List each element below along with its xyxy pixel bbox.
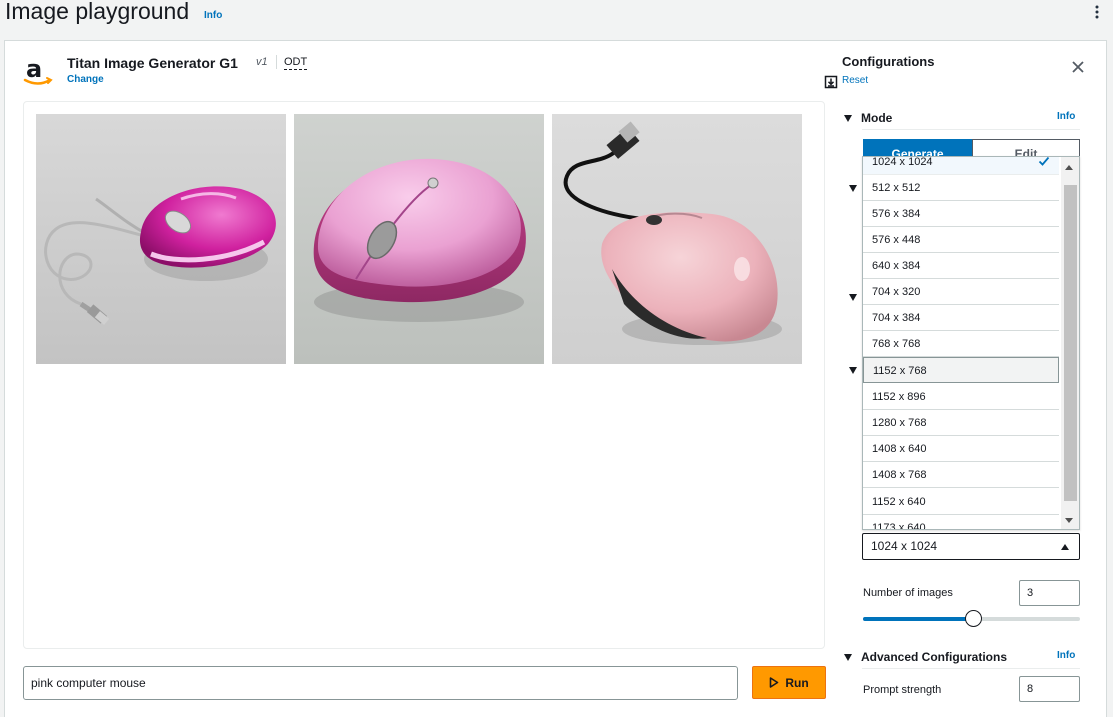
amazon-logo: a <box>21 55 55 89</box>
generated-image-2[interactable] <box>294 114 544 364</box>
dropdown-option[interactable]: 576 x 448 <box>863 227 1059 253</box>
dropdown-option[interactable]: 1024 x 1024 <box>863 157 1059 175</box>
advanced-configurations-label: Advanced Configurations <box>861 650 1008 664</box>
caret-down-icon[interactable] <box>849 185 857 192</box>
dropdown-option[interactable]: 1152 x 896 <box>863 384 1059 410</box>
run-button-label: Run <box>785 675 809 690</box>
slider-fill <box>863 617 972 621</box>
caret-down-icon <box>844 115 852 122</box>
mode-label: Mode <box>861 111 893 125</box>
page-header: Image playground Info <box>0 0 1113 32</box>
scroll-up-arrow-icon[interactable] <box>1065 165 1073 170</box>
play-icon <box>770 677 779 688</box>
generated-image-1[interactable] <box>36 114 286 364</box>
model-tag[interactable]: ODT <box>284 56 308 70</box>
dropdown-option[interactable]: 704 x 384 <box>863 305 1059 331</box>
dropdown-option[interactable]: 1408 x 768 <box>863 462 1059 488</box>
prompt-strength-input[interactable] <box>1019 676 1080 702</box>
configurations-panel: Configurations Reset Mode Info Generate … <box>831 41 1108 717</box>
number-of-images-label: Number of images <box>863 587 953 599</box>
prompt-input[interactable] <box>23 666 738 700</box>
check-icon <box>1038 157 1050 166</box>
model-name: Titan Image Generator G1 <box>67 55 238 71</box>
mode-info-link[interactable]: Info <box>1057 111 1075 122</box>
dropdown-scroll-thumb[interactable] <box>1064 185 1077 501</box>
run-button[interactable]: Run <box>752 666 826 699</box>
image-size-selected-value: 1024 x 1024 <box>871 539 938 553</box>
change-model-link[interactable]: Change <box>67 74 104 85</box>
dropdown-option[interactable]: 640 x 384 <box>863 253 1059 279</box>
dropdown-option-hovered[interactable]: 1152 x 768 <box>863 357 1059 383</box>
number-of-images-slider[interactable] <box>863 610 1080 627</box>
advanced-divider <box>862 668 1080 669</box>
caret-down-icon <box>844 654 852 661</box>
dropdown-option[interactable]: 512 x 512 <box>863 175 1059 201</box>
scroll-down-arrow-icon[interactable] <box>1065 518 1073 523</box>
dropdown-option[interactable]: 1408 x 640 <box>863 436 1059 462</box>
number-of-images-input[interactable] <box>1019 580 1080 606</box>
page-info-link[interactable]: Info <box>204 10 222 21</box>
generated-image-3[interactable] <box>552 114 802 364</box>
image-size-select[interactable]: 1024 x 1024 <box>862 533 1080 560</box>
configurations-title: Configurations <box>842 54 935 69</box>
model-header: a Titan Image Generator G1 v1 ODT Change <box>21 53 838 89</box>
slider-thumb[interactable] <box>965 610 982 627</box>
mode-divider <box>862 129 1080 130</box>
caret-down-icon[interactable] <box>849 367 857 374</box>
dropdown-option[interactable]: 704 x 320 <box>863 279 1059 305</box>
dropdown-option[interactable]: 1152 x 640 <box>863 489 1059 515</box>
reset-link[interactable]: Reset <box>842 75 868 86</box>
image-size-dropdown-list[interactable]: 1024 x 1024 512 x 512 576 x 384 576 x 44… <box>862 156 1080 530</box>
playground-container: a Titan Image Generator G1 v1 ODT Change <box>4 40 1107 717</box>
dropdown-option[interactable]: 1280 x 768 <box>863 410 1059 436</box>
vertical-dots-icon[interactable] <box>1095 5 1099 19</box>
dropdown-option[interactable]: 576 x 384 <box>863 201 1059 227</box>
prompt-strength-label: Prompt strength <box>863 684 942 696</box>
model-version: v1 <box>256 56 268 68</box>
close-icon[interactable] <box>1072 60 1084 73</box>
dropdown-option[interactable]: 1173 x 640 <box>863 515 1059 529</box>
caret-up-icon <box>1061 544 1069 550</box>
image-canvas <box>23 101 825 649</box>
model-separator <box>276 55 277 69</box>
page-title: Image playground <box>5 0 190 24</box>
caret-down-icon[interactable] <box>849 294 857 301</box>
dropdown-option[interactable]: 768 x 768 <box>863 331 1059 357</box>
svg-text:a: a <box>26 55 42 83</box>
advanced-info-link[interactable]: Info <box>1057 650 1075 661</box>
